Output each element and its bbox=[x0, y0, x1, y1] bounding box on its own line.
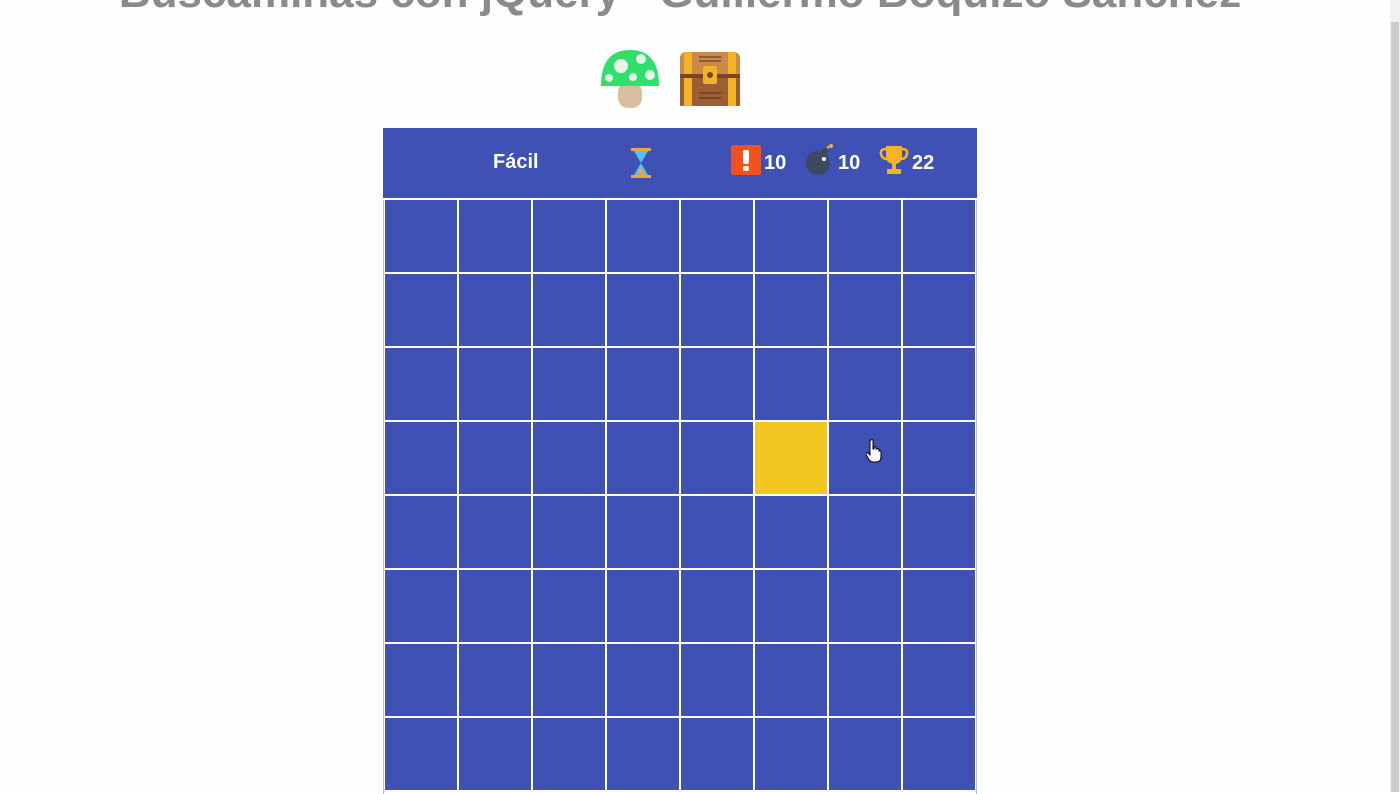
board-cell[interactable] bbox=[459, 718, 531, 790]
board-cell[interactable] bbox=[533, 496, 605, 568]
board-cell[interactable] bbox=[829, 570, 901, 642]
board-cell[interactable] bbox=[385, 274, 457, 346]
board-cell[interactable] bbox=[385, 422, 457, 494]
board-cell[interactable] bbox=[533, 644, 605, 716]
board-cell[interactable] bbox=[755, 570, 827, 642]
board-cell[interactable] bbox=[829, 644, 901, 716]
hand-cursor-icon bbox=[865, 439, 882, 468]
trophy-icon bbox=[879, 144, 909, 182]
board-cell[interactable] bbox=[533, 274, 605, 346]
board-cell[interactable] bbox=[903, 200, 975, 272]
board-cell[interactable] bbox=[385, 644, 457, 716]
board-cell[interactable] bbox=[755, 644, 827, 716]
vertical-scrollbar[interactable] bbox=[1390, 0, 1400, 792]
bomb-icon bbox=[805, 144, 835, 182]
board-cell[interactable] bbox=[903, 274, 975, 346]
board-cell[interactable] bbox=[459, 348, 531, 420]
board-cell[interactable] bbox=[829, 200, 901, 272]
board-cell[interactable] bbox=[681, 348, 753, 420]
flag-warning-icon bbox=[731, 145, 761, 181]
board-cell[interactable] bbox=[533, 570, 605, 642]
board-cell[interactable] bbox=[607, 348, 679, 420]
treasure-chest-icon[interactable] bbox=[679, 48, 741, 110]
board-cell[interactable] bbox=[755, 274, 827, 346]
board-cell[interactable] bbox=[459, 200, 531, 272]
minesweeper-board bbox=[383, 200, 977, 794]
board-cell[interactable] bbox=[755, 496, 827, 568]
board-cell[interactable] bbox=[385, 200, 457, 272]
board-cell[interactable] bbox=[829, 718, 901, 790]
board-cell[interactable] bbox=[459, 274, 531, 346]
flags-count: 10 bbox=[764, 151, 787, 174]
board-cell[interactable] bbox=[385, 348, 457, 420]
board-cell[interactable] bbox=[385, 718, 457, 790]
board-cell[interactable] bbox=[681, 422, 753, 494]
board-cell[interactable] bbox=[829, 348, 901, 420]
board-cell[interactable] bbox=[903, 570, 975, 642]
board-cell[interactable] bbox=[607, 644, 679, 716]
difficulty-label[interactable]: Fácil bbox=[493, 151, 539, 174]
board-cell[interactable] bbox=[903, 422, 975, 494]
board-cell[interactable] bbox=[459, 644, 531, 716]
board-cell[interactable] bbox=[903, 718, 975, 790]
board-cell[interactable] bbox=[681, 274, 753, 346]
trophy-counter: 22 bbox=[879, 144, 935, 182]
board-cell[interactable] bbox=[829, 496, 901, 568]
board-cell[interactable] bbox=[681, 718, 753, 790]
board-cell[interactable] bbox=[459, 422, 531, 494]
board-cell[interactable] bbox=[533, 200, 605, 272]
board-cell[interactable] bbox=[607, 570, 679, 642]
board-cell[interactable] bbox=[533, 348, 605, 420]
minesweeper-game: Fácil 10 10 22 bbox=[383, 128, 977, 794]
board-cell[interactable] bbox=[681, 570, 753, 642]
page-title: Buscaminas con jQuery - Guillermo Boquiz… bbox=[0, 0, 1360, 18]
bombs-count: 10 bbox=[838, 151, 861, 174]
board-cell[interactable] bbox=[607, 718, 679, 790]
board-cell[interactable] bbox=[903, 644, 975, 716]
board-cell[interactable] bbox=[829, 274, 901, 346]
board-cell[interactable] bbox=[533, 422, 605, 494]
board-cell[interactable] bbox=[607, 496, 679, 568]
board-cell[interactable] bbox=[681, 496, 753, 568]
board-cell[interactable] bbox=[607, 422, 679, 494]
board-cell[interactable] bbox=[755, 422, 827, 494]
mushroom-icon[interactable] bbox=[599, 48, 661, 110]
board-cell[interactable] bbox=[755, 200, 827, 272]
board-cell[interactable] bbox=[903, 348, 975, 420]
board-cell[interactable] bbox=[755, 348, 827, 420]
board-cell[interactable] bbox=[681, 200, 753, 272]
board-cell[interactable] bbox=[755, 718, 827, 790]
board-cell[interactable] bbox=[607, 274, 679, 346]
flags-counter: 10 bbox=[731, 145, 787, 181]
bombs-counter: 10 bbox=[805, 144, 861, 182]
board-cell[interactable] bbox=[459, 496, 531, 568]
board-cell[interactable] bbox=[385, 570, 457, 642]
board-cell[interactable] bbox=[607, 200, 679, 272]
board-cell[interactable] bbox=[829, 422, 901, 494]
board-cell[interactable] bbox=[903, 496, 975, 568]
board-cell[interactable] bbox=[385, 496, 457, 568]
scrollbar-thumb[interactable] bbox=[1391, 22, 1399, 792]
hourglass-icon bbox=[627, 147, 655, 185]
board-cell[interactable] bbox=[681, 644, 753, 716]
board-cell[interactable] bbox=[533, 718, 605, 790]
game-header: Fácil 10 10 22 bbox=[383, 128, 977, 198]
board-cell[interactable] bbox=[459, 570, 531, 642]
trophy-count: 22 bbox=[912, 151, 935, 174]
